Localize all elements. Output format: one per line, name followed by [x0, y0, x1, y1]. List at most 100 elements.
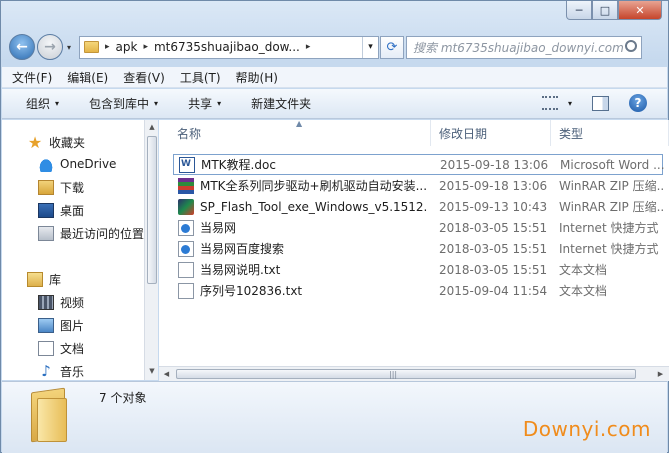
file-row[interactable]: MTK教程.doc 2015-09-18 13:06 Microsoft Wor… — [173, 154, 664, 175]
include-in-library-label: 包含到库中 — [89, 97, 150, 111]
address-bar[interactable]: ▸ apk ▸ mt6735shuajibao_dow... ▸ ▾ — [79, 35, 379, 59]
minimize-button[interactable]: ─ — [566, 1, 592, 20]
scroll-right-arrow[interactable]: ▶ — [653, 367, 668, 381]
star-icon: ★ — [27, 132, 43, 152]
videos-icon — [38, 294, 54, 310]
search-placeholder: 搜索 mt6735shuajibao_downyi.com — [413, 40, 624, 55]
sidebar-item-downloads[interactable]: 下载 — [38, 177, 84, 197]
column-header-type[interactable]: 类型 — [551, 120, 669, 146]
file-date: 2015-09-18 13:06 — [439, 178, 548, 193]
pictures-icon — [38, 317, 54, 333]
file-date: 2015-09-13 10:43 — [439, 199, 548, 214]
column-header-name[interactable]: 名称 — [169, 120, 431, 146]
cloud-icon — [38, 156, 54, 172]
breadcrumb-separator-icon[interactable]: ▸ — [306, 42, 311, 52]
sidebar-item-onedrive[interactable]: OneDrive — [38, 154, 116, 174]
navigation-bar: ← → ▾ ▸ apk ▸ mt6735shuajibao_dow... ▸ ▾… — [9, 34, 660, 60]
chevron-down-icon: ▾ — [154, 99, 159, 108]
text-file-icon — [178, 261, 194, 278]
sidebar-item-label: 音乐 — [60, 364, 85, 379]
breadcrumb-separator-icon[interactable]: ▸ — [105, 42, 110, 52]
sidebar-item-pictures[interactable]: 图片 — [38, 315, 84, 335]
file-date: 2015-09-18 13:06 — [440, 157, 549, 172]
watermark-logo: Downyi.com — [522, 417, 651, 441]
scroll-down-arrow[interactable]: ▼ — [145, 364, 159, 378]
new-folder-label: 新建文件夹 — [251, 97, 312, 111]
file-row[interactable]: 当易网 2018-03-05 15:51 Internet 快捷方式 — [173, 217, 663, 238]
forward-button[interactable]: → — [37, 34, 63, 60]
share-with-button[interactable]: 共享 ▾ — [188, 95, 221, 112]
sidebar-item-music[interactable]: ♪ 音乐 — [38, 361, 84, 380]
scrollbar-thumb[interactable]: ||| — [176, 369, 636, 379]
sidebar-item-libraries[interactable]: 库 — [27, 269, 61, 289]
preview-pane-icon[interactable] — [592, 95, 609, 111]
sidebar-item-label: 下载 — [60, 180, 85, 195]
file-name: 当易网说明.txt — [200, 263, 281, 277]
change-view-icon[interactable] — [541, 96, 558, 110]
scroll-left-arrow[interactable]: ◀ — [159, 367, 174, 381]
sidebar-item-documents[interactable]: 文档 — [38, 338, 84, 358]
command-bar: 组织 ▾ 包含到库中 ▾ 共享 ▾ 新建文件夹 ▾ ? — [2, 89, 667, 119]
documents-icon — [38, 340, 54, 356]
recent-places-icon — [38, 225, 54, 241]
file-name: SP_Flash_Tool_exe_Windows_v5.1512.... — [200, 199, 428, 214]
music-icon: ♪ — [41, 361, 51, 380]
navigation-pane-scrollbar[interactable]: ▲ ▼ — [144, 120, 158, 380]
back-button[interactable]: ← — [9, 34, 35, 60]
file-name: 当易网百度搜索 — [200, 242, 285, 256]
share-with-label: 共享 — [188, 97, 213, 111]
scrollbar-thumb[interactable] — [147, 136, 157, 284]
breadcrumb-separator-icon[interactable]: ▸ — [143, 42, 148, 52]
sidebar-item-videos[interactable]: 视频 — [38, 292, 84, 312]
file-type: Internet 快捷方式 — [559, 221, 659, 235]
file-list-horizontal-scrollbar[interactable]: ◀ ||| ▶ — [159, 366, 669, 381]
sidebar-item-label: 收藏夹 — [49, 135, 86, 150]
sidebar-item-label: 视频 — [60, 295, 85, 310]
organize-button[interactable]: 组织 ▾ — [26, 95, 59, 112]
scroll-up-arrow[interactable]: ▲ — [145, 120, 159, 134]
organize-label: 组织 — [26, 97, 51, 111]
column-header-date-modified[interactable]: 修改日期 — [431, 120, 551, 146]
view-controls: ▾ ? — [541, 94, 647, 112]
recent-pages-dropdown[interactable]: ▾ — [63, 43, 75, 52]
file-name: 当易网 — [200, 221, 237, 235]
menu-view[interactable]: 查看(V) — [123, 69, 165, 86]
sidebar-item-label: OneDrive — [60, 157, 117, 171]
menu-edit[interactable]: 编辑(E) — [67, 69, 108, 86]
chevron-down-icon: ▾ — [55, 99, 60, 108]
menu-tools[interactable]: 工具(T) — [180, 69, 221, 86]
maximize-button[interactable]: □ — [592, 1, 618, 20]
help-icon[interactable]: ? — [629, 94, 647, 112]
sidebar-item-label: 文档 — [60, 341, 85, 356]
address-history-dropdown[interactable]: ▾ — [362, 36, 378, 58]
sidebar-item-favorites[interactable]: ★ 收藏夹 — [27, 132, 85, 152]
file-row[interactable]: SP_Flash_Tool_exe_Windows_v5.1512.... 20… — [173, 196, 663, 217]
file-row[interactable]: 当易网说明.txt 2018-03-05 15:51 文本文档 — [173, 259, 663, 280]
menu-help[interactable]: 帮助(H) — [236, 69, 278, 86]
new-folder-button[interactable]: 新建文件夹 — [251, 95, 311, 112]
chevron-down-icon: ▾ — [217, 99, 222, 108]
close-button[interactable]: ✕ — [618, 1, 662, 20]
scrollbar-grip: ||| — [389, 370, 398, 379]
sidebar-item-desktop[interactable]: 桌面 — [38, 200, 84, 220]
breadcrumb-current-folder[interactable]: mt6735shuajibao_dow... — [154, 40, 300, 54]
desktop-icon — [38, 202, 54, 218]
menu-file[interactable]: 文件(F) — [12, 69, 52, 86]
include-in-library-button[interactable]: 包含到库中 ▾ — [89, 95, 158, 112]
search-box[interactable]: 搜索 mt6735shuajibao_downyi.com — [406, 35, 642, 59]
file-date: 2018-03-05 15:51 — [439, 262, 548, 277]
breadcrumb-apk[interactable]: apk — [116, 40, 138, 54]
winrar-zip-icon — [178, 177, 194, 194]
file-name: MTK教程.doc — [201, 158, 276, 172]
details-pane: 7 个对象 Downyi.com — [2, 381, 667, 453]
file-row[interactable]: 当易网百度搜索 2018-03-05 15:51 Internet 快捷方式 — [173, 238, 663, 259]
search-icon[interactable] — [625, 39, 637, 52]
refresh-button[interactable]: ⟳ — [380, 35, 404, 59]
file-row[interactable]: 序列号102836.txt 2015-09-04 11:54 文本文档 — [173, 280, 663, 301]
sidebar-item-recent-places[interactable]: 最近访问的位置 — [38, 223, 144, 243]
file-date: 2015-09-04 11:54 — [439, 283, 548, 298]
sidebar-item-label: 图片 — [60, 318, 85, 333]
file-type: 文本文档 — [559, 263, 608, 277]
view-options-dropdown[interactable]: ▾ — [568, 99, 572, 108]
file-row[interactable]: MTK全系列同步驱动+刷机驱动自动安装... 2015-09-18 13:06 … — [173, 175, 663, 196]
